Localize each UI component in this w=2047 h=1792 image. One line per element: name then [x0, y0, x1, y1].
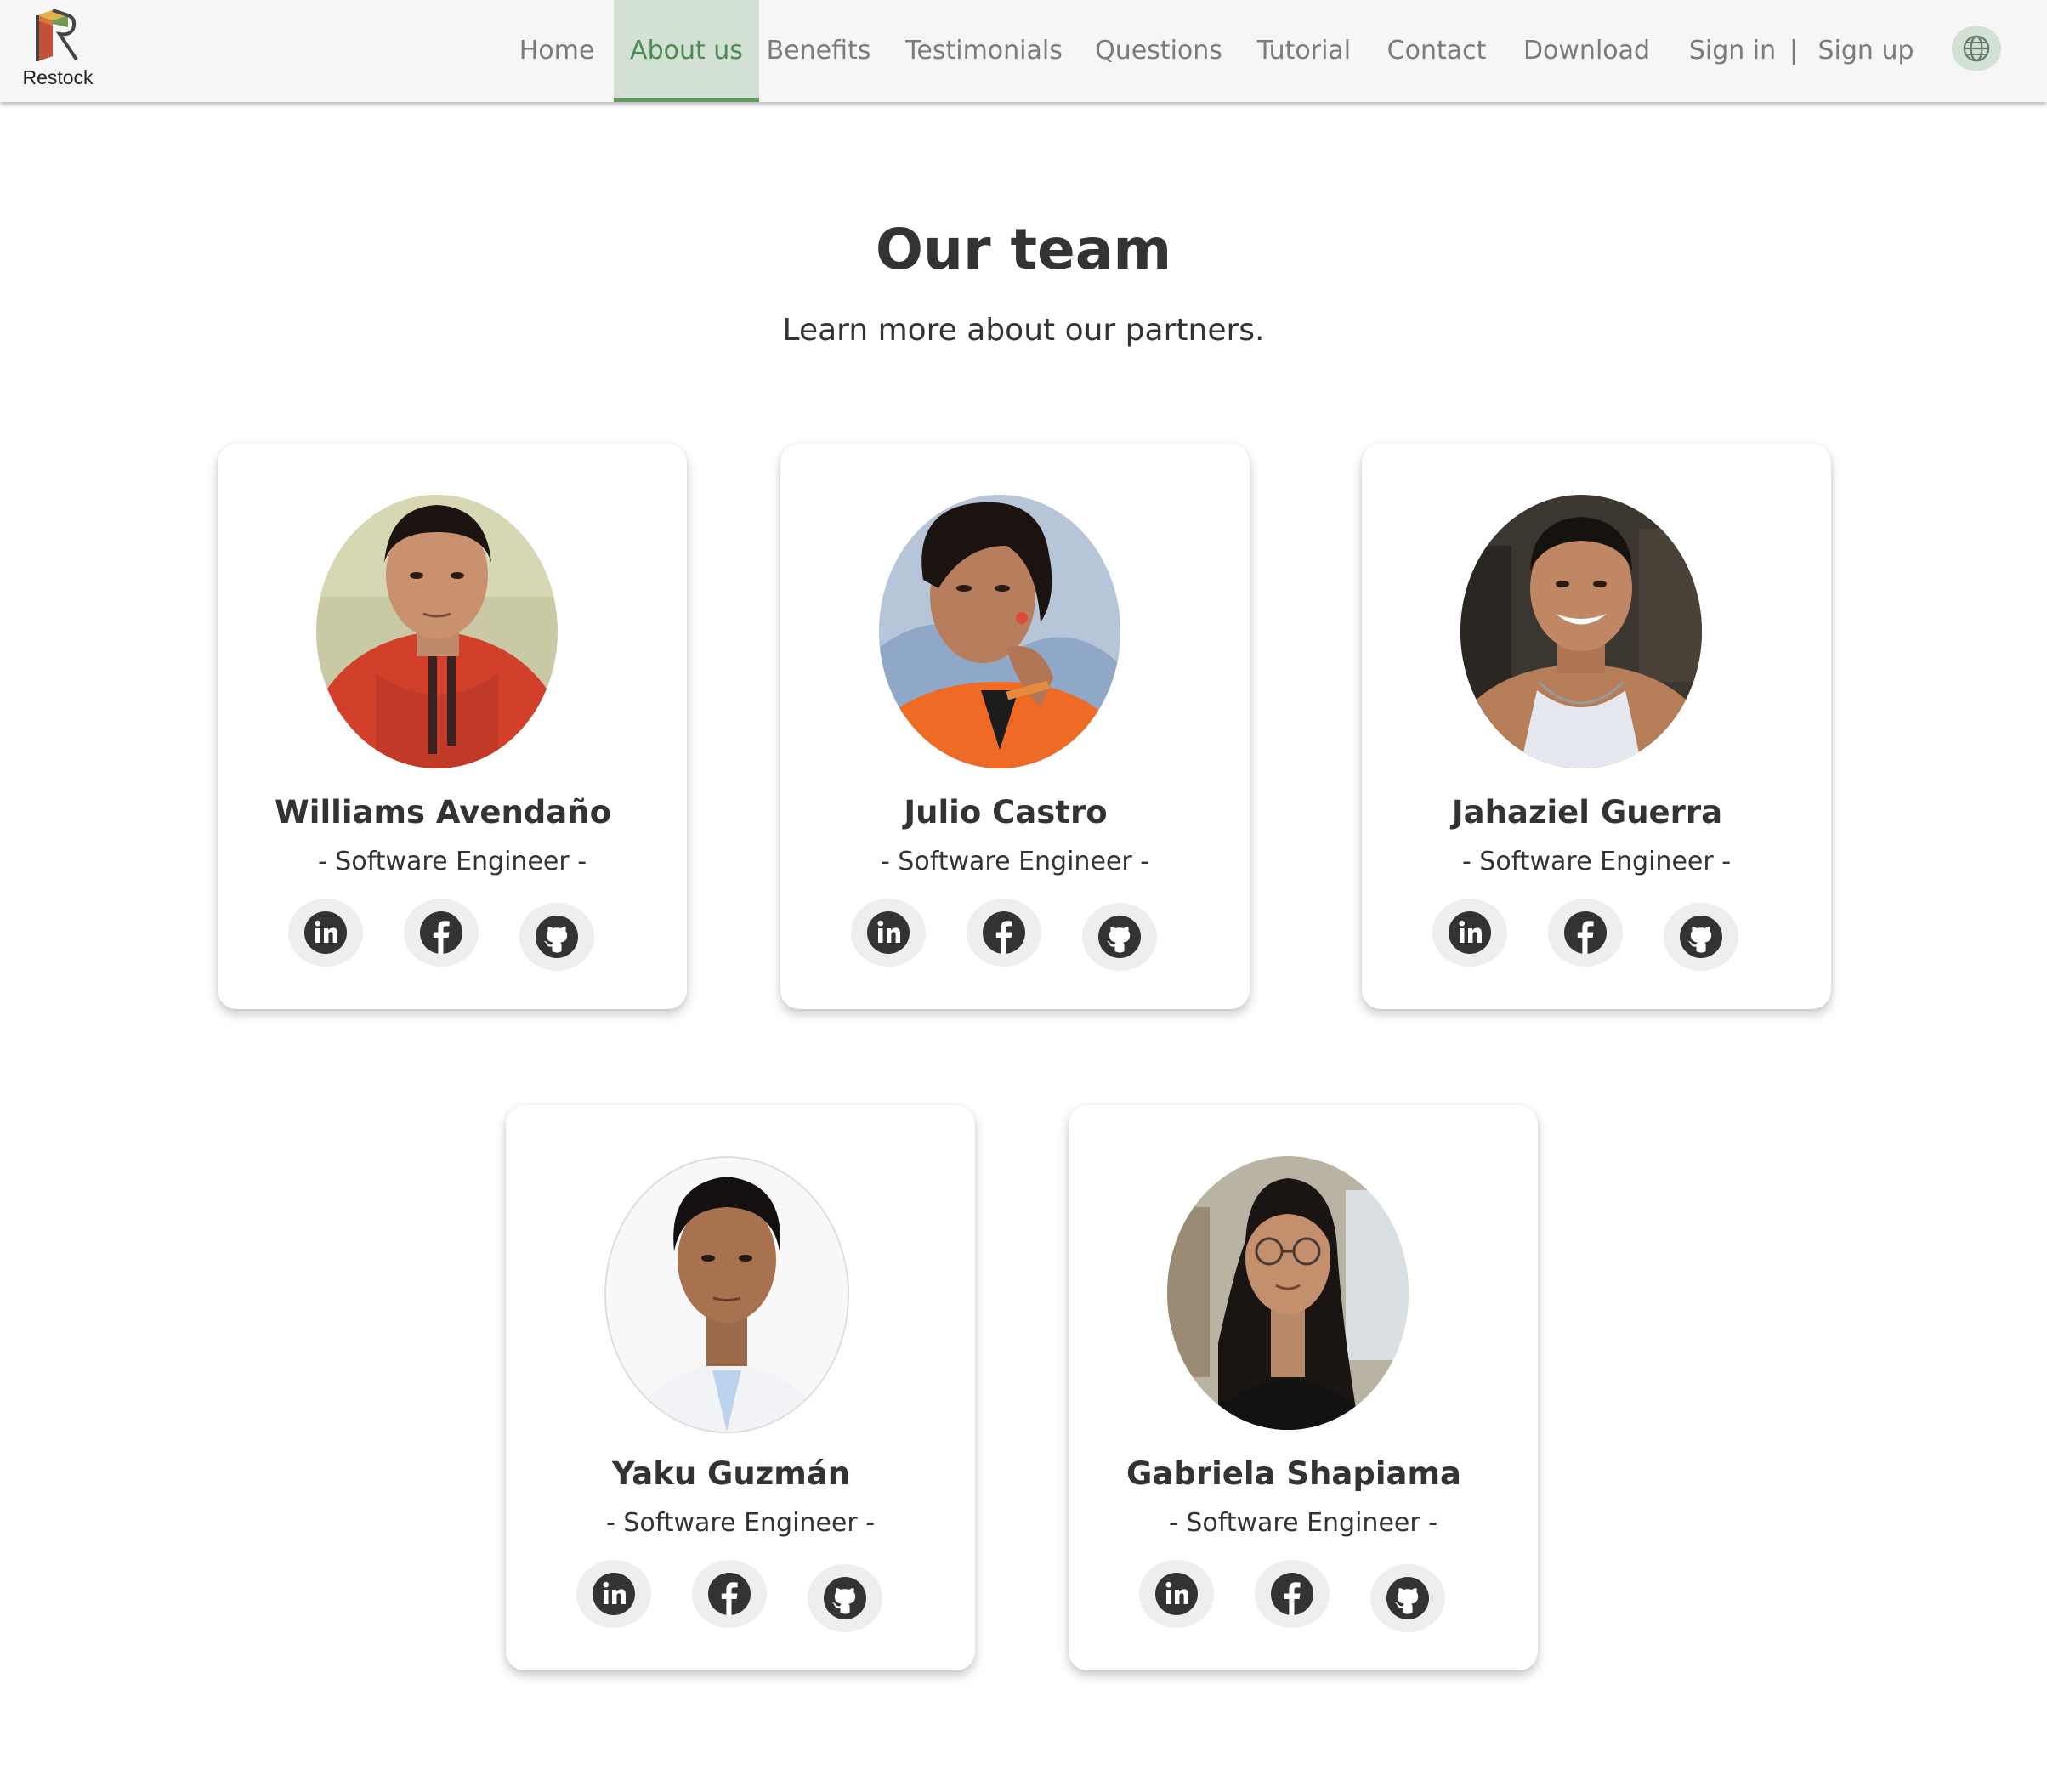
github-icon — [824, 1577, 866, 1619]
logo-text: Restock — [22, 66, 94, 88]
linkedin-icon — [593, 1573, 635, 1615]
team-member-name: Julio Castro — [904, 794, 1108, 831]
nav-about-us[interactable]: About us — [614, 0, 759, 102]
facebook-button[interactable] — [967, 899, 1041, 967]
nav-questions[interactable]: Questions — [1086, 0, 1231, 102]
team-member-role: - Software Engineer - — [317, 847, 587, 876]
github-button[interactable] — [808, 1564, 882, 1632]
github-icon — [536, 916, 578, 958]
nav-separator: | — [1789, 36, 1799, 65]
github-button[interactable] — [1082, 903, 1157, 971]
github-icon — [1098, 916, 1141, 958]
linkedin-button[interactable] — [576, 1560, 651, 1628]
nav-tutorial[interactable]: Tutorial — [1247, 0, 1361, 102]
team-card: Williams Avendaño - Software Engineer - — [218, 444, 687, 1009]
facebook-button[interactable] — [404, 899, 479, 967]
team-card: Jahaziel Guerra - Software Engineer - — [1362, 444, 1831, 1009]
restock-logo-icon — [36, 9, 78, 61]
restock-logo[interactable]: Restock — [19, 5, 100, 90]
facebook-icon — [1271, 1573, 1313, 1615]
sign-in-link[interactable]: Sign in — [1685, 0, 1780, 102]
team-member-role: - Software Engineer - — [605, 1508, 876, 1538]
nav-home[interactable]: Home — [506, 0, 608, 102]
github-button[interactable] — [1370, 1564, 1445, 1632]
nav-testimonials[interactable]: Testimonials — [897, 0, 1071, 102]
facebook-icon — [983, 911, 1025, 954]
linkedin-button[interactable] — [1432, 899, 1507, 967]
github-button[interactable] — [519, 903, 594, 971]
linkedin-icon — [867, 911, 910, 954]
team-member-photo — [604, 1156, 849, 1433]
team-card: Gabriela Shapiama - Software Engineer - — [1069, 1105, 1538, 1670]
team-member-role: - Software Engineer - — [1461, 847, 1732, 876]
team-member-name: Jahaziel Guerra — [1451, 794, 1723, 831]
facebook-button[interactable] — [692, 1560, 767, 1628]
nav-download[interactable]: Download — [1513, 0, 1660, 102]
linkedin-button[interactable] — [1139, 1560, 1214, 1628]
section-subtitle: Learn more about our partners. — [782, 313, 1265, 348]
navbar: Restock Home About us Benefits Testimoni… — [0, 0, 2047, 102]
language-button[interactable] — [1952, 26, 2001, 71]
team-member-photo — [879, 495, 1120, 768]
linkedin-button[interactable] — [288, 899, 363, 967]
github-icon — [1386, 1577, 1429, 1619]
team-card: Julio Castro - Software Engineer - — [780, 444, 1250, 1009]
section-title: Our team — [875, 217, 1172, 282]
team-member-name: Williams Avendaño — [274, 794, 612, 831]
github-icon — [1680, 916, 1722, 958]
team-member-name: Gabriela Shapiama — [1126, 1455, 1461, 1492]
nav-contact[interactable]: Contact — [1377, 0, 1496, 102]
linkedin-icon — [1155, 1573, 1198, 1615]
facebook-icon — [708, 1573, 751, 1615]
nav-benefits[interactable]: Benefits — [759, 0, 878, 102]
facebook-button[interactable] — [1255, 1560, 1330, 1628]
facebook-icon — [420, 911, 462, 954]
globe-icon — [1963, 35, 1990, 62]
team-member-photo — [316, 495, 558, 768]
team-member-photo — [1460, 495, 1702, 768]
linkedin-button[interactable] — [851, 899, 926, 967]
team-card: Yaku Guzmán - Software Engineer - — [506, 1105, 975, 1670]
linkedin-icon — [304, 911, 347, 954]
linkedin-icon — [1449, 911, 1491, 954]
facebook-button[interactable] — [1548, 899, 1623, 967]
team-member-name: Yaku Guzmán — [611, 1455, 851, 1492]
team-member-role: - Software Engineer - — [1168, 1508, 1438, 1538]
github-button[interactable] — [1664, 903, 1738, 971]
facebook-icon — [1564, 911, 1607, 954]
team-member-role: - Software Engineer - — [880, 847, 1150, 876]
sign-up-link[interactable]: Sign up — [1811, 0, 1921, 102]
team-member-photo — [1167, 1156, 1409, 1430]
